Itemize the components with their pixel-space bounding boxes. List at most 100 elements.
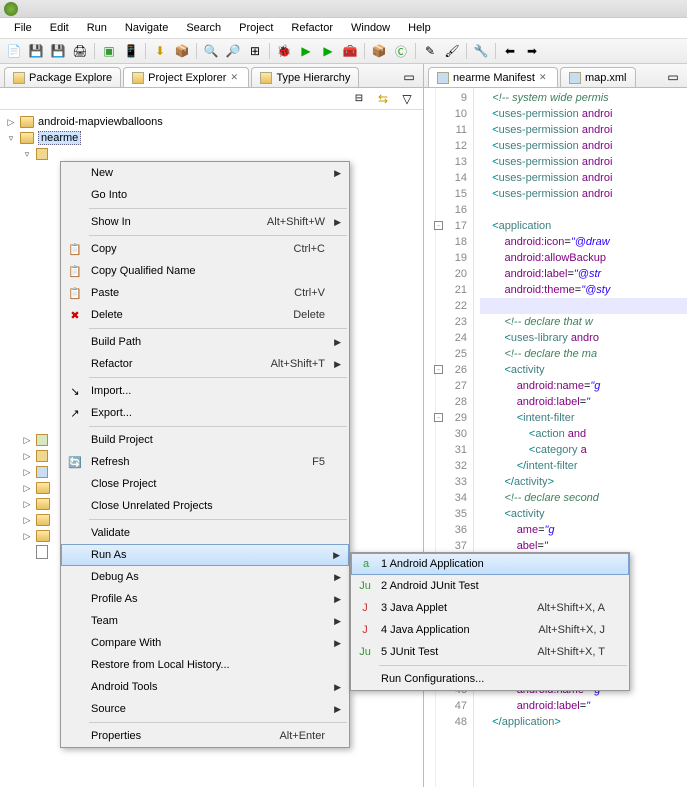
menu-item-import-[interactable]: ↘Import...: [61, 380, 349, 402]
menu-item-android-tools[interactable]: Android Tools▶: [61, 676, 349, 698]
menu-item-restore-from-local-history-[interactable]: Restore from Local History...: [61, 654, 349, 676]
menu-item-4-java-application[interactable]: J4 Java ApplicationAlt+Shift+X, J: [351, 619, 629, 641]
code-line[interactable]: android:icon="@draw: [480, 234, 687, 250]
menu-project[interactable]: Project: [231, 20, 281, 36]
menu-item-validate[interactable]: Validate: [61, 522, 349, 544]
menu-item-run-configurations-[interactable]: Run Configurations...: [351, 668, 629, 690]
tab-nearme-manifest[interactable]: nearme Manifest✕: [428, 67, 558, 87]
menu-item-refactor[interactable]: RefactorAlt+Shift+T▶: [61, 353, 349, 375]
menu-item-1-android-application[interactable]: a1 Android Application: [351, 553, 629, 575]
menu-item-profile-as[interactable]: Profile As▶: [61, 588, 349, 610]
code-line[interactable]: [480, 202, 687, 218]
code-line[interactable]: <uses-permission androi: [480, 138, 687, 154]
open-type-button[interactable]: 🔍: [201, 41, 221, 61]
fold-icon[interactable]: -: [434, 365, 443, 374]
code-line[interactable]: <uses-permission androi: [480, 154, 687, 170]
code-line[interactable]: </activity>: [480, 474, 687, 490]
expand-icon[interactable]: ▷: [6, 117, 16, 128]
menu-search[interactable]: Search: [178, 20, 229, 36]
menu-item-2-android-junit-test[interactable]: Ju2 Android JUnit Test: [351, 575, 629, 597]
back-button[interactable]: ⬅: [500, 41, 520, 61]
tree-item[interactable]: ▷ android-mapviewballoons: [6, 114, 417, 130]
menu-item-team[interactable]: Team▶: [61, 610, 349, 632]
save-all-button[interactable]: 💾: [48, 41, 68, 61]
menu-item-new[interactable]: New▶: [61, 162, 349, 184]
code-line[interactable]: <!-- declare second: [480, 490, 687, 506]
run-as-submenu[interactable]: a1 Android ApplicationJu2 Android JUnit …: [350, 552, 630, 691]
code-line[interactable]: <uses-permission androi: [480, 106, 687, 122]
code-line[interactable]: android:label=": [480, 394, 687, 410]
menu-item-build-project[interactable]: Build Project: [61, 429, 349, 451]
lint-button[interactable]: ⬇: [150, 41, 170, 61]
save-button[interactable]: 💾: [26, 41, 46, 61]
menu-item-run-as[interactable]: Run As▶: [61, 544, 349, 566]
menu-help[interactable]: Help: [400, 20, 439, 36]
menu-item-copy-qualified-name[interactable]: 📋Copy Qualified Name: [61, 260, 349, 282]
new-class-button[interactable]: Ⓒ: [391, 41, 411, 61]
menu-refactor[interactable]: Refactor: [283, 20, 341, 36]
code-line[interactable]: <intent-filter: [480, 410, 687, 426]
collapse-icon[interactable]: ▿: [22, 149, 32, 160]
menu-item-close-project[interactable]: Close Project: [61, 473, 349, 495]
minimize-view-button[interactable]: ▭: [663, 67, 683, 87]
menu-item-go-into[interactable]: Go Into: [61, 184, 349, 206]
print-button[interactable]: 🖨: [70, 41, 90, 61]
context-menu[interactable]: New▶Go Into Show InAlt+Shift+W▶ 📋CopyCtrl+…: [60, 161, 350, 748]
menu-item-source[interactable]: Source▶: [61, 698, 349, 720]
code-line[interactable]: <activity: [480, 506, 687, 522]
code-line[interactable]: <action and: [480, 426, 687, 442]
menu-navigate[interactable]: Navigate: [117, 20, 176, 36]
menu-item-refresh[interactable]: 🔄RefreshF5: [61, 451, 349, 473]
code-line[interactable]: [480, 298, 687, 314]
search-button[interactable]: 🔎: [223, 41, 243, 61]
code-line[interactable]: android:allowBackup: [480, 250, 687, 266]
code-line[interactable]: <!-- declare that w: [480, 314, 687, 330]
code-line[interactable]: android:label="@str: [480, 266, 687, 282]
code-line[interactable]: </intent-filter: [480, 458, 687, 474]
tree-item[interactable]: ▿ nearme: [6, 130, 417, 146]
menu-item-debug-as[interactable]: Debug As▶: [61, 566, 349, 588]
menu-item-5-junit-test[interactable]: Ju5 JUnit TestAlt+Shift+X, T: [351, 641, 629, 663]
menu-item-export-[interactable]: ↗Export...: [61, 402, 349, 424]
wand-button[interactable]: ✎: [420, 41, 440, 61]
code-line[interactable]: <application: [480, 218, 687, 234]
code-line[interactable]: ame="g: [480, 522, 687, 538]
menu-window[interactable]: Window: [343, 20, 398, 36]
menu-item-delete[interactable]: ✖DeleteDelete: [61, 304, 349, 326]
menu-item-copy[interactable]: 📋CopyCtrl+C: [61, 238, 349, 260]
fold-icon[interactable]: -: [434, 221, 443, 230]
sdk-manager-button[interactable]: ▣: [99, 41, 119, 61]
code-line[interactable]: <uses-library andro: [480, 330, 687, 346]
code-line[interactable]: <!-- declare the ma: [480, 346, 687, 362]
code-line[interactable]: <uses-permission androi: [480, 122, 687, 138]
external-tools-button[interactable]: 🧰: [340, 41, 360, 61]
code-line[interactable]: <category a: [480, 442, 687, 458]
tab-map.xml[interactable]: map.xml: [560, 67, 636, 87]
tab-project-explorer[interactable]: Project Explorer✕: [123, 67, 249, 87]
menu-item-paste[interactable]: 📋PasteCtrl+V: [61, 282, 349, 304]
view-menu-button[interactable]: ▽: [397, 89, 417, 109]
toggle-button[interactable]: ⊞: [245, 41, 265, 61]
avd-manager-button[interactable]: 📱: [121, 41, 141, 61]
wrench-button[interactable]: 🔧: [471, 41, 491, 61]
code-line[interactable]: </application>: [480, 714, 687, 730]
menu-file[interactable]: File: [6, 20, 40, 36]
tree-item[interactable]: ▿: [6, 146, 417, 162]
new-package-button[interactable]: 📦: [369, 41, 389, 61]
run-last-button[interactable]: ▶: [318, 41, 338, 61]
run-button[interactable]: ▶: [296, 41, 316, 61]
debug-button[interactable]: 🐞: [274, 41, 294, 61]
link-editor-button[interactable]: ⇆: [373, 89, 393, 109]
menu-item-show-in[interactable]: Show InAlt+Shift+W▶: [61, 211, 349, 233]
menu-item-build-path[interactable]: Build Path▶: [61, 331, 349, 353]
code-line[interactable]: <uses-permission androi: [480, 186, 687, 202]
code-line[interactable]: android:label=": [480, 698, 687, 714]
close-icon[interactable]: ✕: [539, 72, 549, 83]
forward-button[interactable]: ➡: [522, 41, 542, 61]
menu-item-compare-with[interactable]: Compare With▶: [61, 632, 349, 654]
paint-button[interactable]: 🖌: [442, 41, 462, 61]
menu-item-properties[interactable]: PropertiesAlt+Enter: [61, 725, 349, 747]
tab-package-explore[interactable]: Package Explore: [4, 67, 121, 87]
menu-run[interactable]: Run: [79, 20, 115, 36]
close-icon[interactable]: ✕: [230, 72, 240, 83]
